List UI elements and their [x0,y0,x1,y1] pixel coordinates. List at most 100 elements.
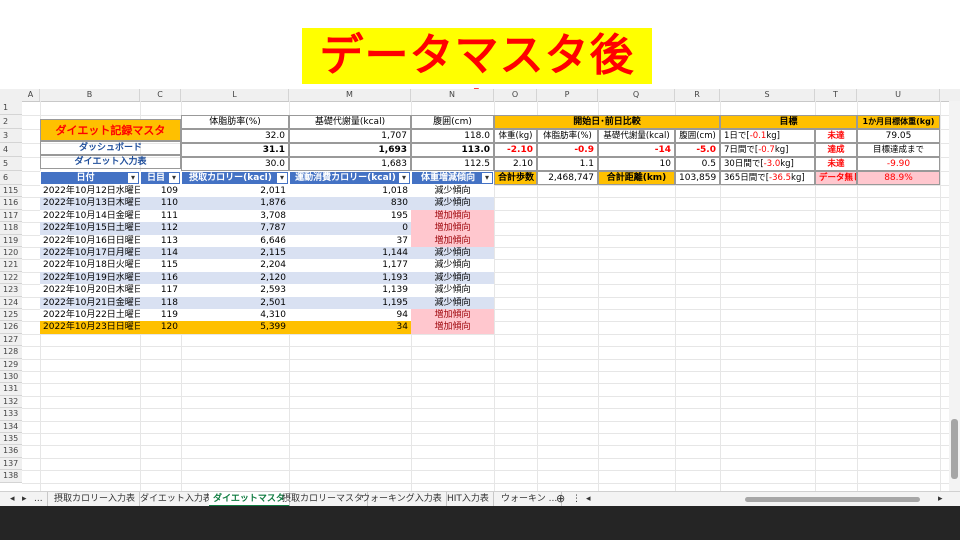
table-cell-trend[interactable]: 減少傾向 [411,259,494,272]
column-header-A[interactable]: A [22,89,40,101]
table-row[interactable]: 2022年10月21日金曜日 118 2,501 1,195 減少傾向 [40,296,494,309]
goal-text[interactable]: 365日間で[-36.5kg] [720,171,815,185]
table-cell-day[interactable]: 111 [140,209,181,223]
table-row[interactable]: 2022年10月12日水曜日 109 2,011 1,018 減少傾向 [40,185,494,198]
table-cell-burn[interactable]: 37 [289,234,411,247]
stats-value[interactable]: 32.0 [181,129,289,143]
table-cell-intake[interactable]: 2,011 [181,185,289,198]
stats-value[interactable]: 113.0 [411,143,494,157]
table-cell-trend[interactable]: 減少傾向 [411,247,494,260]
spreadsheet-grid[interactable]: ABCLMNOPQRSTU 1 2 3 4 5 6 115 116 117 118 119 120 12… [0,89,960,491]
table-cell-burn[interactable]: 1,018 [289,185,411,198]
tab-prev-arrow[interactable]: ◂ [6,492,19,507]
column-header-S[interactable]: S [720,89,815,101]
column-header-L[interactable]: L [181,89,289,101]
row-header[interactable]: 119 [0,234,22,247]
table-cell-burn[interactable]: 1,195 [289,296,411,309]
table-row[interactable]: 2022年10月13日木曜日 110 1,876 830 減少傾向 [40,197,494,210]
table-cell-burn[interactable]: 0 [289,222,411,235]
row-header[interactable]: 1 [0,101,22,115]
table-row[interactable]: 2022年10月18日火曜日 115 2,204 1,177 減少傾向 [40,259,494,272]
row-header[interactable]: 137 [0,457,22,471]
row-header[interactable]: 128 [0,346,22,359]
table-cell-burn[interactable]: 94 [289,309,411,322]
column-header-N[interactable]: N [411,89,494,101]
table-cell-day[interactable]: 114 [140,247,181,260]
compare-value[interactable]: -5.0 [675,143,720,157]
table-cell-day[interactable]: 119 [140,309,181,322]
row-header[interactable]: 123 [0,284,22,297]
row-header[interactable]: 133 [0,408,22,421]
table-cell-intake[interactable]: 3,708 [181,209,289,223]
table-cell-date[interactable]: 2022年10月14日金曜日 [40,209,140,223]
row-header[interactable]: 2 [0,115,22,129]
table-cell-intake[interactable]: 6,646 [181,234,289,247]
row-header[interactable]: 121 [0,259,22,272]
row-header[interactable]: 129 [0,358,22,371]
row-header[interactable]: 130 [0,371,22,384]
table-cell-intake[interactable]: 2,501 [181,296,289,309]
table-cell-date[interactable]: 2022年10月20日木曜日 [40,284,140,297]
add-sheet-icon[interactable]: ⊕ [552,492,569,507]
row-header[interactable]: 116 [0,197,22,210]
compare-value[interactable]: -14 [598,143,675,157]
row-header[interactable]: 3 [0,129,22,143]
table-cell-day[interactable]: 117 [140,284,181,297]
row-header[interactable]: 127 [0,333,22,347]
row-header[interactable]: 5 [0,157,22,171]
stats-value[interactable]: 112.5 [411,157,494,171]
table-row[interactable]: 2022年10月23日日曜日 120 5,399 34 増加傾向 [40,321,494,334]
table-cell-burn[interactable]: 1,177 [289,259,411,272]
table-cell-date[interactable]: 2022年10月12日水曜日 [40,185,140,198]
goal-text[interactable]: 7日間で[-0.7kg] [720,143,815,157]
table-row[interactable]: 2022年10月15日土曜日 112 7,787 0 増加傾向 [40,222,494,235]
table-cell-trend[interactable]: 増加傾向 [411,222,494,235]
column-header-C[interactable]: C [140,89,181,101]
tab-next-arrow[interactable]: ▸ [18,492,31,507]
stats-value[interactable]: 1,707 [289,129,411,143]
column-header-O[interactable]: O [494,89,537,101]
table-cell-day[interactable]: 115 [140,259,181,272]
tab-4[interactable]: ウォーキング入力表 [357,492,447,507]
diet-input-link[interactable]: ダイエット入力表 [40,155,181,169]
table-cell-trend[interactable]: 増加傾向 [411,309,494,322]
filter-dropdown-icon[interactable]: ▾ [482,173,492,183]
table-cell-trend[interactable]: 減少傾向 [411,284,494,297]
tab-3[interactable]: 摂取カロリーマスタ [278,492,369,507]
compare-value[interactable]: -0.9 [537,143,598,157]
total-steps-value[interactable]: 2,468,747 [537,171,598,185]
compare-value[interactable]: -2.10 [494,143,537,157]
row-header[interactable]: 138 [0,470,22,483]
table-cell-date[interactable]: 2022年10月15日土曜日 [40,222,140,235]
table-cell-intake[interactable]: 1,876 [181,197,289,210]
vertical-scrollbar[interactable] [949,101,960,491]
table-cell-intake[interactable]: 2,204 [181,259,289,272]
target-value[interactable]: -9.90 [857,157,940,171]
row-header[interactable]: 126 [0,321,22,334]
table-cell-date[interactable]: 2022年10月23日日曜日 [40,321,140,334]
tab-0[interactable]: 摂取カロリー入力表 [50,492,141,507]
table-cell-burn[interactable]: 1,139 [289,284,411,297]
table-row[interactable]: 2022年10月17日月曜日 114 2,115 1,144 減少傾向 [40,247,494,260]
compare-value[interactable]: 0.5 [675,157,720,171]
table-cell-burn[interactable]: 1,193 [289,271,411,285]
horizontal-scroll-thumb[interactable] [745,497,920,502]
row-header[interactable]: 6 [0,171,22,185]
table-cell-date[interactable]: 2022年10月18日火曜日 [40,259,140,272]
tab-more[interactable]: ... [30,492,48,507]
vertical-scroll-thumb[interactable] [951,419,958,479]
table-cell-intake[interactable]: 2,115 [181,247,289,260]
table-row[interactable]: 2022年10月22日土曜日 119 4,310 94 増加傾向 [40,309,494,322]
row-header[interactable]: 122 [0,271,22,285]
row-header[interactable]: 118 [0,222,22,235]
row-header[interactable]: 131 [0,383,22,396]
table-row[interactable]: 2022年10月14日金曜日 111 3,708 195 増加傾向 [40,209,494,223]
column-header-B[interactable]: B [40,89,140,101]
column-header-R[interactable]: R [675,89,720,101]
table-cell-burn[interactable]: 830 [289,197,411,210]
column-header-M[interactable]: M [289,89,411,101]
goal-text[interactable]: 30日間で[-3.0kg] [720,157,815,171]
stats-value[interactable]: 118.0 [411,129,494,143]
table-cell-day[interactable]: 120 [140,321,181,334]
table-cell-trend[interactable]: 減少傾向 [411,296,494,309]
